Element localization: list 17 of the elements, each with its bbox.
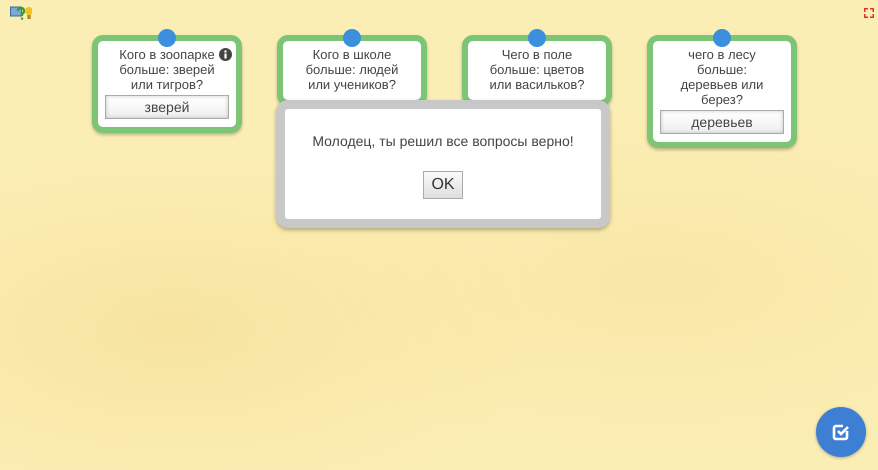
- question-text: Кого в школе больше: людей или учеников?: [304, 47, 400, 92]
- pin-icon: [158, 29, 176, 47]
- dialog-message: Молодец, ты решил все вопросы верно!: [312, 133, 574, 149]
- pin-icon: [343, 29, 361, 47]
- question-text: Чего в поле больше: цветов или васильков?: [489, 47, 585, 92]
- pin-icon: [713, 29, 731, 47]
- pin-icon: [528, 29, 546, 47]
- answer-field[interactable]: деревьев: [660, 110, 784, 134]
- answer-field[interactable]: зверей: [105, 95, 229, 119]
- info-icon[interactable]: [219, 48, 232, 61]
- ok-button[interactable]: OK: [423, 171, 463, 199]
- checkbox-icon: [831, 422, 851, 442]
- question-text: Кого в зоопарке больше: зверей или тигров?: [119, 47, 215, 92]
- check-button[interactable]: [816, 407, 866, 457]
- question-text: чего в лесу больше: деревьев или берез?: [680, 47, 764, 107]
- fullscreen-icon[interactable]: [864, 8, 874, 18]
- help-icon[interactable]: [10, 6, 32, 20]
